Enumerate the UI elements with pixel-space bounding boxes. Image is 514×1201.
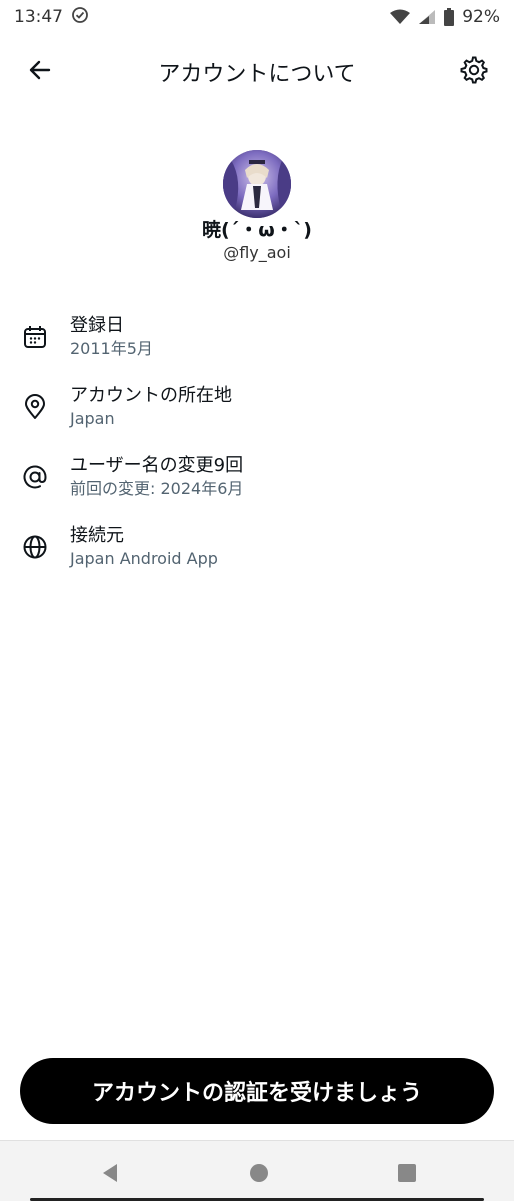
info-text: ユーザー名の変更9回 前回の変更: 2024年6月 (70, 454, 243, 500)
avatar[interactable] (223, 150, 291, 218)
signal-icon (418, 9, 436, 25)
battery-percent: 92% (462, 7, 500, 27)
status-right: 92% (390, 7, 500, 27)
info-value: 前回の変更: 2024年6月 (70, 479, 244, 498)
info-list: 登録日 2011年5月 アカウントの所在地 Japan ユーザー名の変更9回 前… (0, 312, 514, 592)
info-item-joined: 登録日 2011年5月 (0, 312, 514, 382)
gear-icon (460, 56, 488, 88)
info-label: 登録日 (70, 315, 124, 336)
location-pin-icon (20, 392, 50, 422)
status-bar: 13:47 92% (0, 0, 514, 34)
get-verified-button[interactable]: アカウントの認証を受けましょう (20, 1058, 494, 1124)
display-name: 暁(´・ω・`) (202, 219, 312, 241)
info-item-connected-via: 接続元 Japan Android App (0, 522, 514, 592)
wifi-icon (390, 9, 411, 25)
globe-icon (20, 532, 50, 562)
nav-recents-icon[interactable] (395, 1161, 419, 1185)
info-value: 2011年5月 (70, 339, 153, 358)
nav-back-icon[interactable] (98, 1161, 122, 1185)
battery-icon (444, 8, 455, 26)
info-text: 接続元 Japan Android App (70, 524, 218, 570)
status-time: 13:47 (14, 7, 63, 27)
calendar-icon (20, 322, 50, 352)
info-item-location: アカウントの所在地 Japan (0, 382, 514, 452)
header: アカウントについて (0, 44, 514, 96)
info-value: Japan Android App (70, 549, 218, 568)
system-nav-bar (0, 1140, 514, 1201)
page-title: アカウントについて (158, 62, 356, 87)
check-circle-icon (71, 6, 89, 29)
status-left: 13:47 (14, 6, 89, 29)
info-label: ユーザー名の変更9回 (70, 455, 244, 476)
info-text: アカウントの所在地 Japan (70, 384, 232, 430)
nav-home-icon[interactable] (247, 1161, 271, 1185)
settings-button[interactable] (452, 50, 496, 94)
profile-section: 暁(´・ω・`) @fly_aoi (0, 150, 514, 263)
info-item-username-changes: ユーザー名の変更9回 前回の変更: 2024年6月 (0, 452, 514, 522)
info-label: アカウントの所在地 (70, 385, 232, 406)
info-value: Japan (70, 409, 115, 428)
handle: @fly_aoi (223, 243, 291, 262)
at-sign-icon (20, 462, 50, 492)
info-text: 登録日 2011年5月 (70, 314, 153, 360)
info-label: 接続元 (70, 525, 124, 546)
